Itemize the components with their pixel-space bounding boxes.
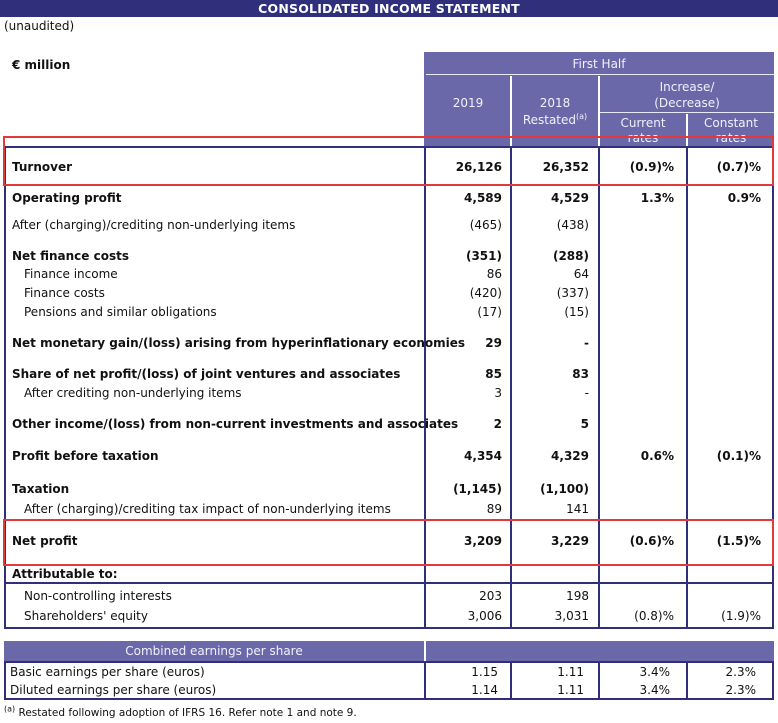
value-2018: - bbox=[584, 386, 589, 400]
col-header-2019: 2019 bbox=[452, 96, 484, 110]
unit-label: € million bbox=[12, 58, 71, 72]
constant-header: Constant bbox=[704, 116, 758, 130]
eps-value-current: 3.4% bbox=[639, 683, 671, 697]
eps-header: Combined earnings per share bbox=[125, 644, 303, 658]
eps-value-2019: 1.14 bbox=[471, 683, 498, 697]
value-current-rates: (0.8)% bbox=[634, 609, 674, 623]
col-header-restated: Restated(a) bbox=[522, 112, 588, 128]
value-2019: 85 bbox=[485, 367, 502, 381]
header-divider bbox=[426, 74, 774, 75]
row-label: After (charging)/crediting tax impact of… bbox=[24, 502, 391, 516]
row-label: Shareholders' equity bbox=[24, 609, 148, 623]
eps-value-constant: 2.3% bbox=[725, 683, 757, 697]
row-label: Profit before taxation bbox=[12, 449, 159, 463]
value-2018: (15) bbox=[564, 305, 589, 319]
row-label: Other income/(loss) from non-current inv… bbox=[12, 417, 459, 431]
value-2019: 4,589 bbox=[464, 191, 502, 205]
highlight-net-profit bbox=[3, 519, 774, 566]
row-label: Pensions and similar obligations bbox=[24, 305, 217, 319]
value-2018: 64 bbox=[573, 267, 589, 281]
value-2018: 198 bbox=[566, 589, 589, 603]
row-label: Net monetary gain/(loss) arising from hy… bbox=[12, 336, 466, 350]
value-2018: 4,529 bbox=[551, 191, 589, 205]
row-label: Non-controlling interests bbox=[24, 589, 172, 603]
row-rule bbox=[4, 582, 774, 584]
statement-title: CONSOLIDATED INCOME STATEMENT bbox=[0, 0, 778, 17]
value-2019: (420) bbox=[469, 286, 502, 300]
value-2018: 141 bbox=[566, 502, 589, 516]
first-half-header: First Half bbox=[572, 57, 626, 71]
value-constant-rates: (1.9)% bbox=[721, 609, 761, 623]
eps-header-gap bbox=[424, 641, 426, 661]
eps-value-constant: 2.3% bbox=[725, 665, 757, 679]
value-2018: 83 bbox=[572, 367, 589, 381]
value-2019: (1,145) bbox=[453, 482, 502, 496]
value-2018: (337) bbox=[556, 286, 589, 300]
eps-value-2018: 1.11 bbox=[557, 665, 584, 679]
row-label: After crediting non-underlying items bbox=[24, 386, 242, 400]
value-2019: 86 bbox=[486, 267, 502, 281]
unaudited-note: (unaudited) bbox=[4, 19, 75, 33]
value-2019: 3 bbox=[494, 386, 502, 400]
value-current-rates: 1.3% bbox=[640, 191, 674, 205]
value-2018: (1,100) bbox=[540, 482, 589, 496]
increase-header: Increase/ bbox=[659, 80, 715, 94]
value-2018: 3,031 bbox=[554, 609, 589, 623]
eps-row-label: Diluted earnings per share (euros) bbox=[10, 683, 217, 697]
value-2019: 4,354 bbox=[464, 449, 502, 463]
decrease-header: (Decrease) bbox=[654, 96, 720, 110]
eps-value-2018: 1.11 bbox=[557, 683, 584, 697]
eps-value-current: 3.4% bbox=[639, 665, 671, 679]
value-2019: 2 bbox=[493, 417, 502, 431]
row-label: Finance income bbox=[24, 267, 118, 281]
highlight-turnover bbox=[3, 136, 774, 186]
eps-row-label: Basic earnings per share (euros) bbox=[10, 665, 205, 679]
row-label: Net finance costs bbox=[12, 249, 129, 263]
value-2019: 203 bbox=[479, 589, 502, 603]
value-2018: (288) bbox=[552, 249, 589, 263]
current-header: Current bbox=[620, 116, 666, 130]
value-2019: (351) bbox=[465, 249, 502, 263]
value-2019: 89 bbox=[486, 502, 502, 516]
row-label: After (charging)/crediting non-underlyin… bbox=[12, 218, 296, 232]
value-2019: (17) bbox=[477, 305, 502, 319]
value-current-rates: 0.6% bbox=[640, 449, 674, 463]
value-2018: 4,329 bbox=[551, 449, 589, 463]
row-label: Operating profit bbox=[12, 191, 122, 205]
value-2018: 5 bbox=[580, 417, 589, 431]
footnote: (a) Restated following adoption of IFRS … bbox=[4, 704, 357, 719]
value-2018: - bbox=[584, 336, 589, 350]
row-label: Finance costs bbox=[24, 286, 105, 300]
eps-value-2019: 1.15 bbox=[471, 665, 498, 679]
row-label: Attributable to: bbox=[12, 567, 118, 581]
value-2019: (465) bbox=[469, 218, 502, 232]
col-header-2018: 2018 bbox=[539, 96, 571, 110]
row-label: Taxation bbox=[12, 482, 70, 496]
value-constant-rates: (0.1)% bbox=[716, 449, 761, 463]
increase-divider bbox=[600, 112, 774, 113]
value-2019: 29 bbox=[485, 336, 502, 350]
value-2019: 3,006 bbox=[467, 609, 502, 623]
row-label: Share of net profit/(loss) of joint vent… bbox=[12, 367, 401, 381]
value-2018: (438) bbox=[556, 218, 589, 232]
value-constant-rates: 0.9% bbox=[727, 191, 761, 205]
